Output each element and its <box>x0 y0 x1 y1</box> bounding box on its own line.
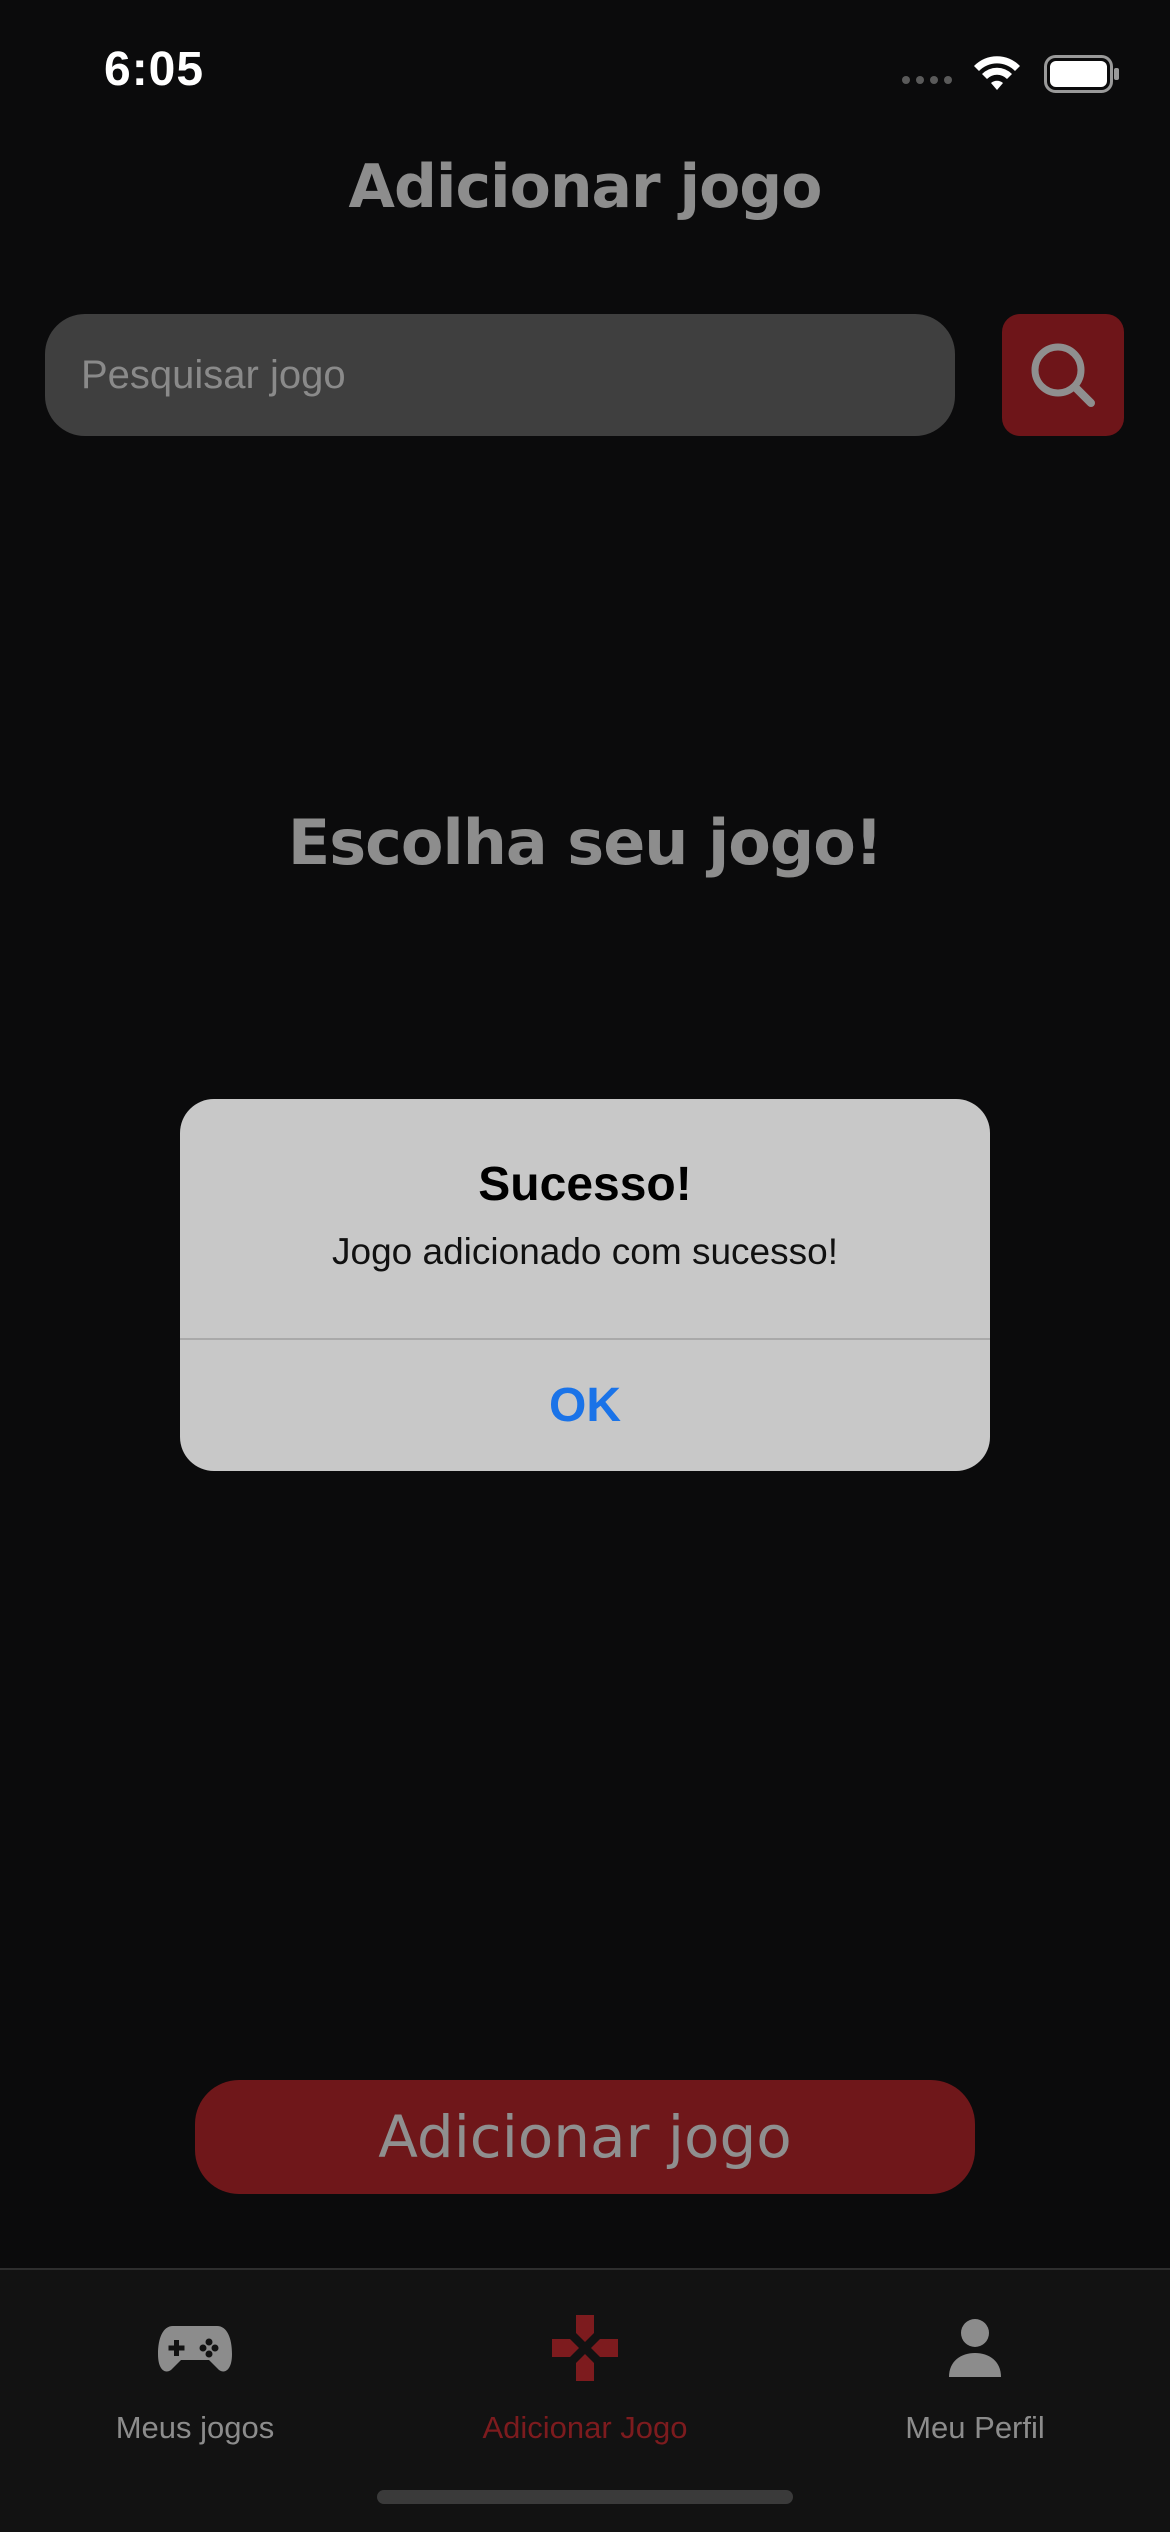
alert-ok-button[interactable]: OK <box>180 1340 990 1471</box>
success-alert-dialog: Sucesso! Jogo adicionado com sucesso! OK <box>180 1099 990 1471</box>
screen: 6:05 Adicionar jogo Escolha seu jogo! Ad… <box>0 0 1170 2532</box>
alert-title: Sucesso! <box>478 1158 692 1211</box>
alert-message: Jogo adicionado com sucesso! <box>332 1231 838 1272</box>
